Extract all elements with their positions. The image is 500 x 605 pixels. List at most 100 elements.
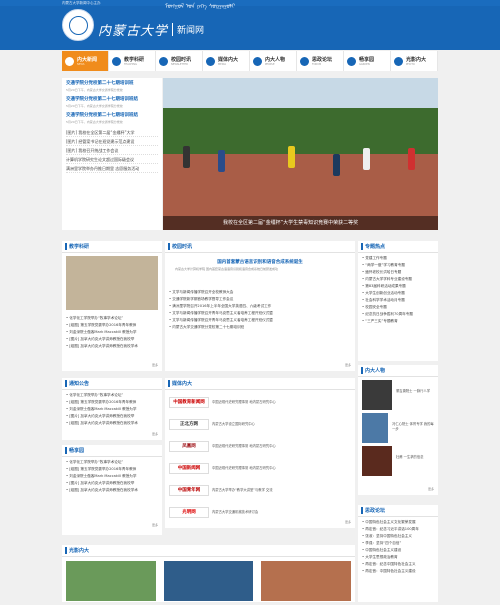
list-item[interactable]: • [组图] 第五学院党委举办2016年青年教师 xyxy=(66,466,158,473)
list-item[interactable]: • [图片] 加拿大约克大学讲师教授在我校举 xyxy=(66,336,158,343)
more-link[interactable]: 更多 xyxy=(152,432,158,436)
list-item[interactable]: • [图片] 加拿大约克大学讲师教授在我校举 xyxy=(66,480,158,487)
panel-title[interactable]: 媒体内大 xyxy=(172,380,192,387)
list-item[interactable]: • 化学化工学院举办“牧事学术论坛” xyxy=(66,315,158,322)
more-link[interactable]: 更多 xyxy=(428,487,434,491)
person-item[interactable]: 冯仁心院士 体育专学 我的每一步 xyxy=(362,413,434,443)
list-item[interactable]: • [组图] 加拿大约克大学讲师教授在我校学术 xyxy=(66,343,158,350)
photo-thumb[interactable] xyxy=(261,561,352,601)
list-item[interactable]: • “两学一做”学习教育专题 xyxy=(362,262,434,269)
media-item[interactable]: 正北方网 内蒙古大学设立国际研究中心 xyxy=(169,414,351,434)
list-item[interactable]: • 化学化工学院举办“牧事学术论坛” xyxy=(66,392,158,399)
list-item[interactable]: • 刘金深院士做客Mark Maccakill 教授为学 xyxy=(66,329,158,336)
list-item[interactable]: • 再定音：纪念中国特色社会主义 xyxy=(362,561,434,568)
list-item[interactable]: • 再定音：中国特色社会主义建设 xyxy=(362,568,434,575)
list-item[interactable]: • 缅怀老校长洪哈日专题 xyxy=(362,269,434,276)
more-link[interactable]: 更多 xyxy=(152,363,158,367)
list-item[interactable]: • [组图] 加拿大约克大学讲师教授在我校学术 xyxy=(66,420,158,427)
nav-item-people[interactable]: 内大人物 PEOPLE xyxy=(250,51,297,71)
site-subtitle[interactable]: 新闻网 xyxy=(172,23,204,36)
list-item[interactable]: • [组图] 第五学院党委举办2016年青年教师 xyxy=(66,399,158,406)
more-link[interactable]: 更多 xyxy=(345,520,351,524)
list-item[interactable]: • 社会科学学术活动月专题 xyxy=(362,297,434,304)
nav-en: PEOPLE xyxy=(265,63,275,66)
media-item[interactable]: 凤凰网 中国近现代史研究理事常 地内蒙古研究中心 xyxy=(169,436,351,456)
panel-title[interactable]: 畅享园 xyxy=(69,447,84,454)
nav-item-teaching[interactable]: 教学科研 TEACHING xyxy=(109,51,156,71)
site-title[interactable]: 内蒙古大学 xyxy=(98,20,168,39)
list-item[interactable]: [图片] 我校在全区第二届“金缰杯”大学 xyxy=(66,128,158,137)
panel-title[interactable]: 内大人物 xyxy=(365,367,385,374)
media-item[interactable]: 光明网 内蒙古大学交通机械技术研讨会 xyxy=(169,502,351,522)
more-link[interactable]: 更多 xyxy=(345,363,351,367)
list-item[interactable]: • 张淑：坚持中国特色社会主义 xyxy=(362,533,434,540)
list-item[interactable]: • 满洲里学院召开2016年上半年全国大学英语四、六级考试工作 xyxy=(169,303,351,310)
nav-item-forum[interactable]: 思政论坛 FORUM xyxy=(297,51,344,71)
list-item[interactable]: • 中国特色社会主义文化繁荣发展 xyxy=(362,519,434,526)
media-item[interactable]: 中国新闻网 中国近现代史研究理事常 地内蒙古研究中心 xyxy=(169,458,351,478)
nav-item-garden[interactable]: 畅享园 GARDEN xyxy=(344,51,391,71)
person-item[interactable]: 杜甫 一生求的信念 xyxy=(362,446,434,476)
more-link[interactable]: 更多 xyxy=(152,523,158,527)
list-item[interactable]: • 文学与新闻传播学院召开青年马克思主义者培养工程开班仪式暨 xyxy=(169,310,351,317)
photo-thumb[interactable] xyxy=(163,561,254,601)
runner xyxy=(363,148,370,170)
list-item[interactable]: • 内蒙古大学学科专业建设专题 xyxy=(362,276,434,283)
list-item[interactable]: 计算机学院研究生论文超过国际级会议 xyxy=(66,155,158,164)
list-item[interactable]: • 纪念抗日战争胜利70周年专题 xyxy=(362,311,434,318)
headline-item[interactable]: 交通学院分党校第二十七期培训班结 5月20日下午，内蒙古大学交通学院分党校 xyxy=(62,110,162,126)
list-item[interactable]: • 党建工作专题 xyxy=(362,255,434,262)
media-logo: 凤凰网 xyxy=(169,440,209,452)
list-item[interactable]: • 第83届科研活动成果专题 xyxy=(362,283,434,290)
list-item[interactable]: 满洲里学院举办丹推日期里 志愿服务活动 xyxy=(66,164,158,173)
list-item[interactable]: • 校园安全专题 xyxy=(362,304,434,311)
media-item[interactable]: 中国教育新闻网 中国近现代史研究理事常 地内蒙古研究中心 xyxy=(169,392,351,412)
hot-topics-panel: 专题热点 • 党建工作专题 • “两学一做”学习教育专题 • 缅怀老校长洪哈日专… xyxy=(358,241,438,361)
person-photo[interactable] xyxy=(362,413,389,443)
headline-title[interactable]: 交通学院分党校第二十七期培训班结 xyxy=(66,112,158,118)
teaching-photo[interactable] xyxy=(66,256,158,310)
header-bar xyxy=(168,380,170,387)
panel-title[interactable]: 光影内大 xyxy=(69,547,89,554)
list-item[interactable]: • 刘金深院士做客Mark Maccakill 教授为学 xyxy=(66,406,158,413)
university-logo[interactable] xyxy=(62,9,94,41)
list-item[interactable]: • “三严三实”专题教育 xyxy=(362,318,434,325)
person-photo[interactable] xyxy=(362,380,392,410)
nav-item-photo[interactable]: 光影内大 PHOTO xyxy=(391,51,438,71)
list-item[interactable]: • 大学生创新创业活动专题 xyxy=(362,290,434,297)
headline-title[interactable]: 交通学院分党校第二十七期培训班结 xyxy=(66,96,158,102)
list-item[interactable]: • 李强：坚持“四个自信” xyxy=(362,540,434,547)
list-item[interactable]: • 大学生思想政治教育 xyxy=(362,554,434,561)
list-item[interactable]: • 文学与新闻传播学院召开全校教师大会 xyxy=(169,289,351,296)
list-item[interactable]: • 交通学院新学期首场教学督导工作会议 xyxy=(169,296,351,303)
list-item[interactable]: • 中国特色社会主义建设 xyxy=(362,547,434,554)
panel-title[interactable]: 通知公告 xyxy=(69,380,89,387)
headline-item[interactable]: 交通学院分党校第二十七期培训班结 5月20日下午，内蒙古大学交通学院分党校 xyxy=(62,94,162,110)
panel-title[interactable]: 思政论坛 xyxy=(365,507,385,514)
list-item[interactable]: • 内蒙古大学交通学院分党校第二十七期培训班 xyxy=(169,324,351,331)
panel-title[interactable]: 专题热点 xyxy=(365,243,385,250)
header-bar xyxy=(65,243,67,250)
list-item[interactable]: • 再定音：纪念习近平讲话100周年 xyxy=(362,526,434,533)
list-item[interactable]: • [图片] 加拿大约克大学讲师教授在我校举 xyxy=(66,413,158,420)
person-item[interactable]: 董吉唐院士 一脉行人学 xyxy=(362,380,434,410)
list-item[interactable]: [图片] 我校召开统战工作会议 xyxy=(66,146,158,155)
list-item[interactable]: • 刘金深院士做客Mark Maccakill 教授为学 xyxy=(66,473,158,480)
panel-title[interactable]: 教学科研 xyxy=(69,243,89,250)
hero-slideshow[interactable]: 我校在全区第二届“金缰杯”大学生禁毒知识竞赛中荣获二等奖 xyxy=(163,78,438,230)
nav-item-newsletter[interactable]: 校园时讯 NEWSLETTER xyxy=(156,51,203,71)
list-item[interactable]: • 文学与新闻传播学院召开青年马克思主义者培养工程开班仪式暨 xyxy=(169,317,351,324)
headline-title[interactable]: 交通学院分党校第二十七期培训班 xyxy=(66,80,158,86)
person-photo[interactable] xyxy=(362,446,392,476)
list-item[interactable]: • 化学化工学院举办“牧事学术论坛” xyxy=(66,459,158,466)
photo-thumb[interactable] xyxy=(66,561,156,601)
list-item[interactable]: • [组图] 加拿大约克大学讲师教授在我校学术 xyxy=(66,487,158,494)
list-item[interactable]: • [组图] 第五学院党委举办2016年青年教师 xyxy=(66,322,158,329)
slide-caption[interactable]: 我校在全区第二届“金缰杯”大学生禁毒知识竞赛中荣获二等奖 xyxy=(163,216,438,230)
panel-title[interactable]: 校园时讯 xyxy=(172,243,192,250)
list-item[interactable]: [图片] 经管案书记在班党建示范点建设 xyxy=(66,137,158,146)
media-item[interactable]: 中国青年网 内蒙古大学举办“教学大讲堂”与教学 交流 xyxy=(169,480,351,500)
nav-item-media[interactable]: 媒体内大 MEDIA xyxy=(203,51,250,71)
nav-item-news[interactable]: 内大新闻 NEWS xyxy=(62,51,109,71)
headline-item[interactable]: 交通学院分党校第二十七期培训班 5月20日下午，内蒙古大学交通学院分党校 xyxy=(62,78,162,94)
